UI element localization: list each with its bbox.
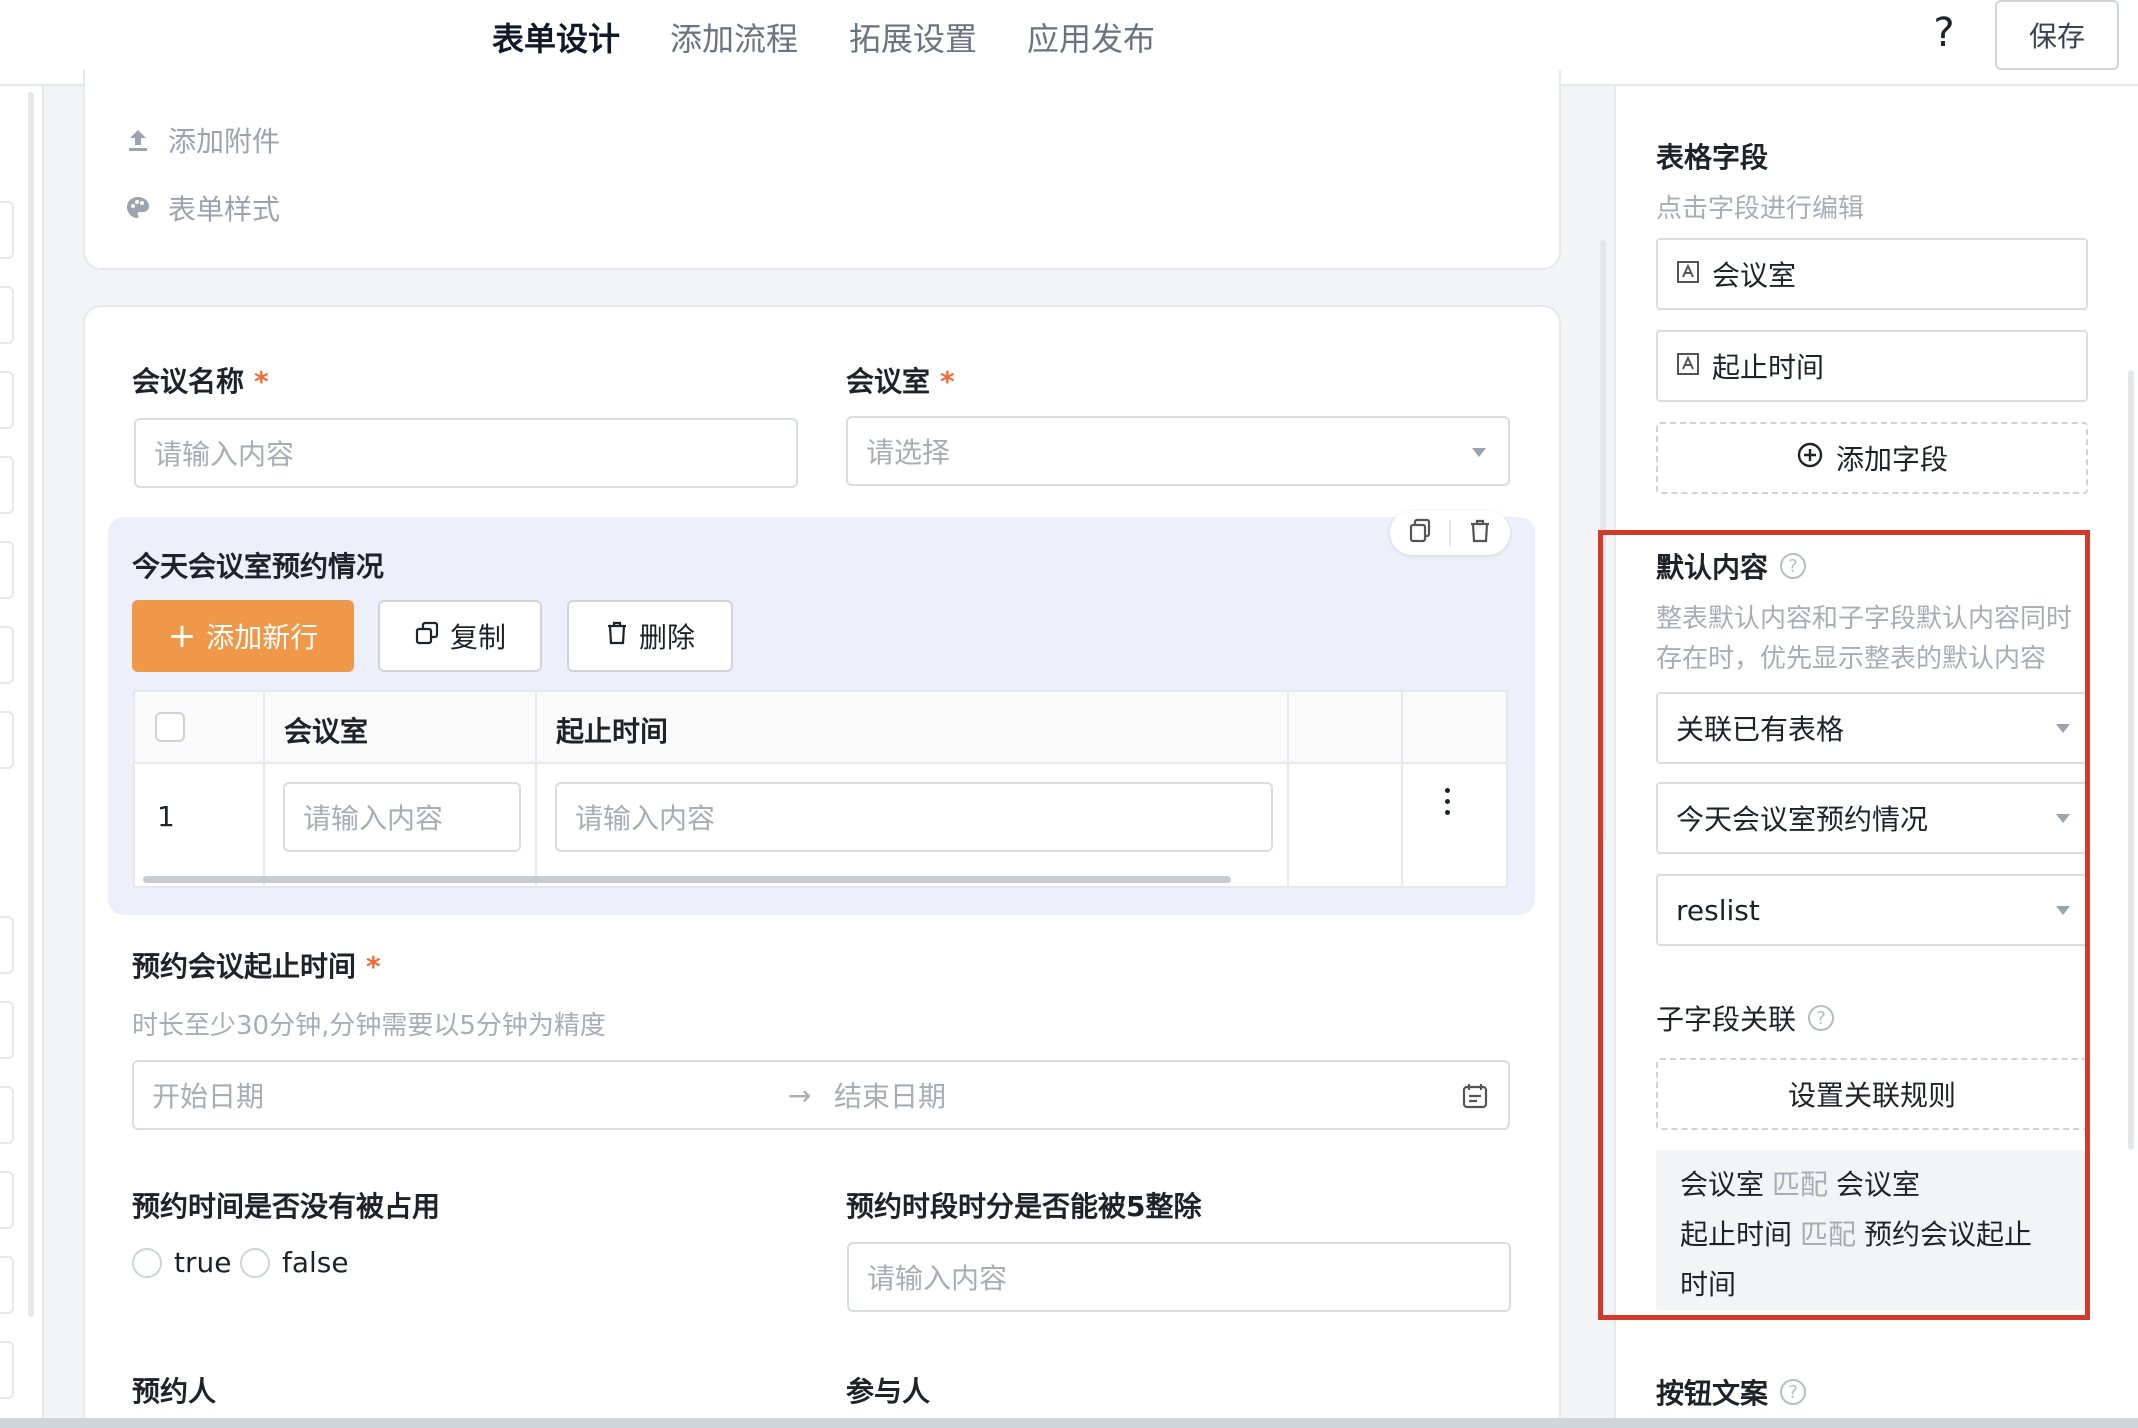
toolbox-card xyxy=(83,70,1561,270)
add-attachment-item[interactable]: 添加附件 xyxy=(124,120,280,160)
add-attachment-label: 添加附件 xyxy=(168,125,281,158)
copy-icon xyxy=(414,620,440,653)
divisible-input[interactable]: 请输入内容 xyxy=(847,1242,1511,1312)
table-fields-title: 表格字段 xyxy=(1656,141,1769,174)
room-select[interactable]: 请选择 xyxy=(846,416,1510,486)
rail-tab[interactable] xyxy=(0,711,14,769)
add-row-button[interactable]: + 添加新行 xyxy=(132,600,354,672)
delete-button[interactable]: 删除 xyxy=(567,600,733,672)
room-label: 会议室 * xyxy=(846,365,955,398)
participants-label: 参与人 xyxy=(846,1375,931,1408)
column-divider xyxy=(1287,692,1289,886)
field-item-room[interactable]: 会议室 xyxy=(1656,238,2088,310)
form-style-item[interactable]: 表单样式 xyxy=(124,188,280,228)
upload-icon xyxy=(124,126,152,154)
column-divider xyxy=(535,692,537,886)
highlight-box xyxy=(1598,530,2090,1320)
save-button[interactable]: 保存 xyxy=(1995,0,2119,70)
chevron-down-icon xyxy=(1472,448,1486,457)
copy-button[interactable]: 复制 xyxy=(378,600,542,672)
column-divider xyxy=(1401,692,1403,886)
radio-circle xyxy=(132,1247,162,1278)
plus-circle-icon xyxy=(1796,441,1824,476)
not-occupied-label: 预约时间是否没有被占用 xyxy=(132,1190,441,1223)
toolbar-divider xyxy=(1448,520,1451,546)
radio-circle xyxy=(240,1247,270,1278)
select-all-checkbox[interactable] xyxy=(155,712,185,742)
start-date-input[interactable]: 开始日期 xyxy=(152,1075,264,1115)
palette-icon xyxy=(124,194,152,222)
form-style-label: 表单样式 xyxy=(168,193,281,226)
date-range-picker[interactable]: 开始日期 → 结束日期 xyxy=(132,1060,1510,1130)
rail-tab[interactable] xyxy=(0,1341,14,1399)
trash-icon[interactable] xyxy=(1468,518,1492,548)
field-item-time[interactable]: 起止时间 xyxy=(1656,330,2088,402)
add-field-button[interactable]: 添加字段 xyxy=(1656,422,2088,494)
rail-tab[interactable] xyxy=(0,1171,14,1229)
row-time-input[interactable]: 请输入内容 xyxy=(555,782,1273,852)
row-more-icon[interactable] xyxy=(1443,788,1451,815)
divisible-label: 预约时段时分是否能被5整除 xyxy=(846,1190,1202,1223)
tab-add-flow[interactable]: 添加流程 xyxy=(670,14,798,60)
row-index: 1 xyxy=(157,800,175,833)
rail-tab[interactable] xyxy=(0,371,14,429)
bottom-edge xyxy=(0,1418,2138,1428)
table-h-scrollbar[interactable] xyxy=(143,876,1231,883)
trash-icon xyxy=(605,620,629,653)
tab-extend-settings[interactable]: 拓展设置 xyxy=(849,14,977,60)
column-header-room: 会议室 xyxy=(284,715,369,748)
rail-tab[interactable] xyxy=(0,201,14,259)
range-arrow: → xyxy=(788,1078,812,1112)
meeting-name-input[interactable]: 请输入内容 xyxy=(134,418,798,488)
end-date-input[interactable]: 结束日期 xyxy=(834,1075,946,1115)
rail-tab[interactable] xyxy=(0,916,14,974)
booking-time-hint: 时长至少30分钟,分钟需要以5分钟为精度 xyxy=(132,1011,606,1041)
text-field-icon xyxy=(1676,258,1700,291)
calendar-icon xyxy=(1462,1082,1488,1117)
booker-label: 预约人 xyxy=(132,1375,217,1408)
help-button[interactable]: ? xyxy=(1924,10,1964,56)
copy-icon[interactable] xyxy=(1408,518,1432,548)
tab-form-design[interactable]: 表单设计 xyxy=(492,14,620,60)
row-room-input[interactable]: 请输入内容 xyxy=(283,782,521,852)
subtable-grid: 会议室 起止时间 1 请输入内容 请输入内容 xyxy=(133,690,1508,888)
rail-tab[interactable] xyxy=(0,286,14,344)
rail-tab[interactable] xyxy=(0,1001,14,1059)
rail-tab[interactable] xyxy=(0,1086,14,1144)
rail-tab[interactable] xyxy=(0,626,14,684)
column-header-time: 起止时间 xyxy=(556,715,669,748)
subtable-toolbar xyxy=(1390,511,1510,555)
button-text-title: 按钮文案 ? xyxy=(1656,1372,1807,1412)
meeting-name-label: 会议名称 * xyxy=(132,365,269,398)
radio-false[interactable]: false xyxy=(240,1246,349,1279)
left-rail-scrollbar[interactable] xyxy=(28,92,34,1317)
rail-tab[interactable] xyxy=(0,456,14,514)
table-fields-subtitle: 点击字段进行编辑 xyxy=(1656,194,1865,224)
help-circle-icon[interactable]: ? xyxy=(1780,1379,1807,1405)
column-divider xyxy=(263,692,265,886)
text-field-icon xyxy=(1676,350,1700,383)
rail-tab[interactable] xyxy=(0,541,14,599)
plus-icon: + xyxy=(167,616,197,656)
left-rail xyxy=(0,86,44,1428)
tab-app-publish[interactable]: 应用发布 xyxy=(1027,14,1155,60)
panel-v-scrollbar[interactable] xyxy=(2128,370,2134,1150)
booking-time-label: 预约会议起止时间 * xyxy=(132,950,381,983)
subtable-title: 今天会议室预约情况 xyxy=(132,550,385,583)
rail-tab[interactable] xyxy=(0,1256,14,1314)
radio-true[interactable]: true xyxy=(132,1246,231,1279)
